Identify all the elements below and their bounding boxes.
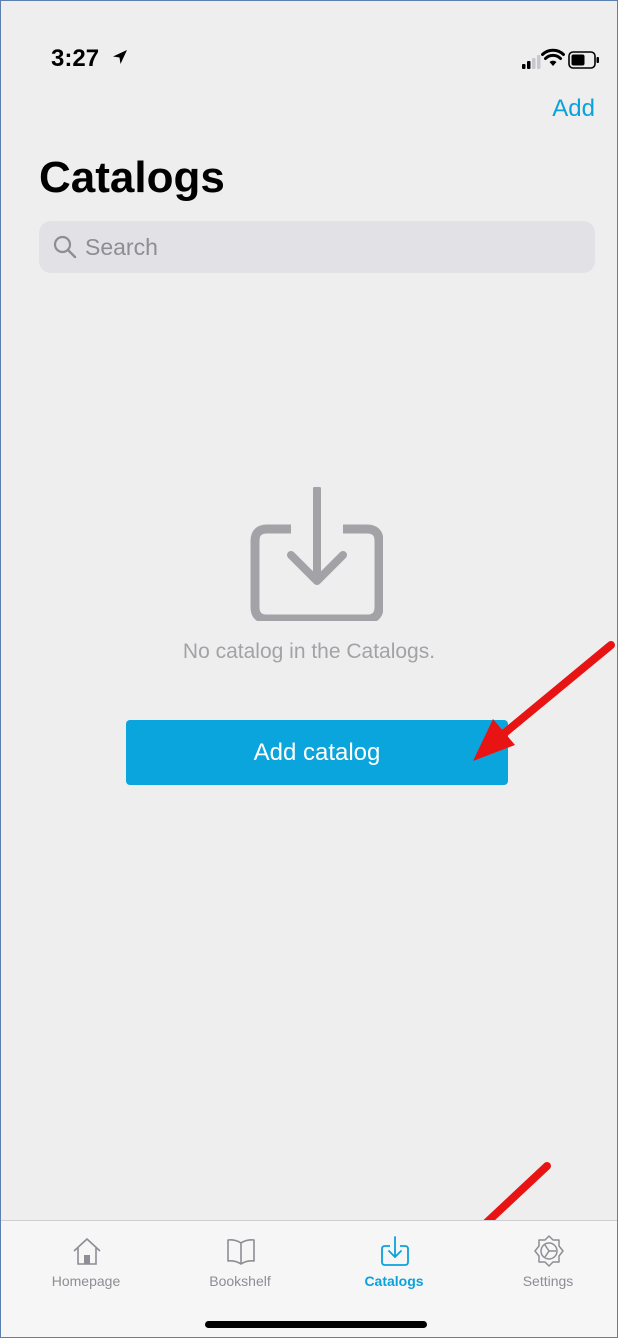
empty-state-message: No catalog in the Catalogs.	[182, 640, 436, 663]
signal-icon	[522, 55, 541, 69]
gear-icon	[534, 1235, 564, 1267]
status-time: 3:27	[51, 45, 100, 72]
search-input[interactable]	[85, 221, 565, 273]
house-icon	[73, 1238, 101, 1265]
add-button[interactable]: Add	[552, 95, 595, 123]
open-book-icon	[227, 1239, 255, 1265]
home-indicator[interactable]	[205, 1321, 427, 1328]
tab-label: Bookshelf	[209, 1273, 271, 1289]
tab-label: Settings	[522, 1273, 574, 1289]
page-title: Catalogs	[39, 153, 225, 202]
download-tray-icon	[250, 487, 383, 621]
add-catalog-button[interactable]: Add catalog	[126, 720, 508, 785]
download-tray-icon	[381, 1236, 409, 1266]
search-icon	[53, 235, 77, 259]
wifi-icon	[541, 48, 565, 66]
phone-screen: 3:27 Add Catalogs Search No catalog in t…	[0, 0, 618, 1338]
battery-icon	[568, 51, 599, 69]
tab-homepage[interactable]: Homepage	[9, 1221, 163, 1337]
search-bar[interactable]	[39, 221, 595, 273]
location-arrow-icon	[113, 50, 127, 64]
tab-label: Homepage	[51, 1273, 121, 1289]
tab-label: Catalogs	[364, 1273, 424, 1289]
add-catalog-button-label: Add catalog	[253, 738, 381, 766]
tab-settings[interactable]: Settings	[471, 1221, 617, 1337]
status-bar: 3:27	[1, 1, 617, 81]
